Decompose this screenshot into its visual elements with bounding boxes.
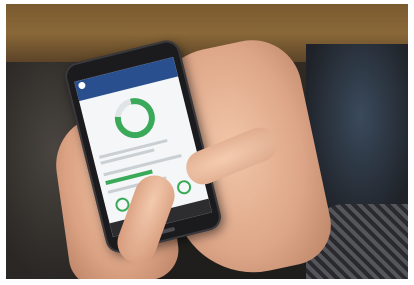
app-header (74, 57, 179, 102)
usage-gauge (110, 93, 160, 143)
hp-logo-icon (77, 81, 87, 90)
photo (6, 4, 408, 279)
mini-gauge-right (175, 178, 193, 196)
